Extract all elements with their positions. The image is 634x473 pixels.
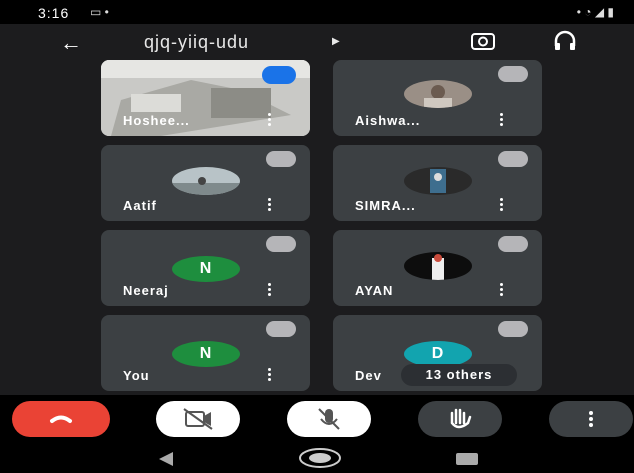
- participant-tile[interactable]: AYAN: [333, 230, 542, 306]
- cast-icon: ▭ •: [90, 5, 109, 19]
- back-arrow-icon[interactable]: ←: [60, 30, 82, 56]
- profile-photo: [403, 252, 472, 280]
- participant-name: SIMRA...: [355, 198, 416, 213]
- more-options-button[interactable]: [549, 401, 633, 437]
- more-vert-icon: [589, 411, 593, 427]
- status-bar: 3:16 ▭ • • ◔ ◢ ▮: [0, 0, 634, 24]
- more-options-icon[interactable]: [500, 283, 504, 297]
- mic-off-icon: [266, 151, 296, 167]
- profile-photo: [171, 167, 240, 195]
- participant-tile[interactable]: Hoshee...: [101, 60, 310, 136]
- participant-name: Dev: [355, 368, 382, 383]
- camera-toggle-button[interactable]: [156, 401, 240, 437]
- mic-off-icon: [318, 408, 340, 430]
- meeting-header: ← qjq-yiiq-udu ▶: [0, 24, 634, 62]
- recents-square-icon[interactable]: [456, 453, 478, 465]
- mic-off-icon: [498, 66, 528, 82]
- participant-name: Neeraj: [123, 283, 169, 298]
- end-call-button[interactable]: [12, 401, 110, 437]
- profile-photo: [403, 80, 472, 108]
- camera-off-icon: [183, 408, 213, 430]
- participant-tile[interactable]: SIMRA...: [333, 145, 542, 221]
- participant-name: Aishwa...: [355, 113, 421, 128]
- more-options-icon[interactable]: [268, 198, 272, 212]
- signal-battery-icons: • ◔ ◢ ▮: [576, 5, 614, 19]
- more-options-icon[interactable]: [500, 198, 504, 212]
- more-options-icon[interactable]: [268, 113, 272, 127]
- participant-tile[interactable]: N Neeraj: [101, 230, 310, 306]
- more-options-icon[interactable]: [268, 283, 272, 297]
- system-nav-bar: [0, 443, 634, 473]
- home-circle-icon[interactable]: [297, 447, 343, 469]
- switch-camera-icon[interactable]: [470, 30, 496, 52]
- phone-hangup-icon: [50, 415, 72, 423]
- meeting-code-title[interactable]: qjq-yiiq-udu: [144, 32, 249, 53]
- avatar: N: [171, 341, 240, 367]
- more-options-icon[interactable]: [268, 368, 272, 382]
- participant-name: AYAN: [355, 283, 394, 298]
- status-time: 3:16: [38, 5, 70, 21]
- avatar: N: [171, 256, 240, 282]
- mic-off-icon: [266, 321, 296, 337]
- hand-icon: [450, 408, 472, 429]
- headphones-icon[interactable]: [552, 30, 578, 52]
- raise-hand-button[interactable]: [418, 401, 502, 437]
- speaking-indicator-icon: [262, 66, 296, 84]
- call-controls: [0, 395, 634, 443]
- mic-off-icon: [498, 321, 528, 337]
- participant-name: You: [123, 368, 150, 383]
- mic-off-icon: [498, 151, 528, 167]
- mic-toggle-button[interactable]: [287, 401, 371, 437]
- participant-tile[interactable]: Aishwa...: [333, 60, 542, 136]
- participant-name: Aatif: [123, 198, 157, 213]
- more-options-icon[interactable]: [500, 113, 504, 127]
- participant-name: Hoshee...: [123, 113, 190, 128]
- chevron-right-icon[interactable]: ▶: [332, 36, 340, 47]
- mic-off-icon: [498, 236, 528, 252]
- others-count-pill[interactable]: 13 others: [401, 364, 517, 386]
- profile-photo: [403, 167, 472, 195]
- back-triangle-icon[interactable]: [158, 452, 174, 466]
- mic-off-icon: [266, 236, 296, 252]
- participant-tile[interactable]: Aatif: [101, 145, 310, 221]
- participant-tile[interactable]: N You: [101, 315, 310, 391]
